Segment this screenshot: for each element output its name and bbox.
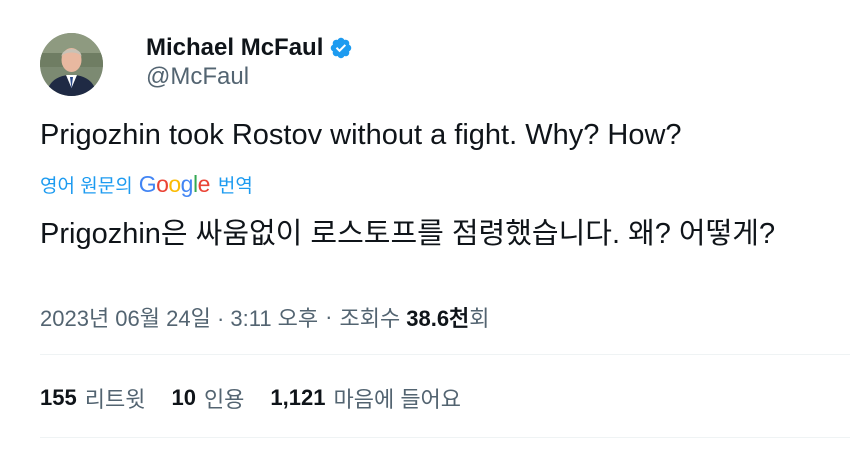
likes-count: 1,121 (270, 385, 326, 410)
verified-badge-icon (329, 36, 353, 60)
tweet-text: Prigozhin took Rostov without a fight. W… (40, 119, 682, 151)
translated-text: Prigozhin은 싸움없이 로스토프를 점령했습니다. 왜? 어떻게? (40, 218, 776, 250)
user-handle[interactable]: @McFaul (146, 63, 249, 91)
translate-prefix: 영어 원문의 (40, 175, 133, 197)
divider (40, 437, 850, 438)
likes-label: 마음에 들어요 (333, 387, 462, 412)
avatar[interactable] (40, 33, 103, 96)
divider (40, 354, 850, 355)
quotes-stat[interactable]: 10 인용 (171, 382, 244, 414)
retweets-stat[interactable]: 155 리트윗 (40, 382, 145, 414)
translate-suffix: 번역 (217, 175, 253, 197)
views-count: 38.6천 (406, 306, 470, 331)
translate-link[interactable]: 영어 원문의 Google 번역 (40, 170, 253, 198)
display-name[interactable]: Michael McFaul (146, 34, 323, 62)
quotes-label: 인용 (203, 387, 245, 412)
quotes-count: 10 (171, 385, 196, 410)
google-logo: Google (138, 170, 211, 197)
tweet-meta: 2023년 06월 24일 · 3:11 오후 · 조회수 38.6천 회 (40, 301, 490, 333)
engagement-stats: 155 리트윗 10 인용 1,121 마음에 들어요 (40, 382, 487, 414)
meta-separator: · (325, 304, 333, 329)
views-suffix: 회 (469, 306, 490, 331)
retweets-count: 155 (40, 385, 77, 410)
profile-photo-icon (40, 33, 103, 96)
likes-stat[interactable]: 1,121 마음에 들어요 (270, 382, 461, 414)
timestamp[interactable]: 2023년 06월 24일 · 3:11 오후 (40, 301, 318, 333)
retweets-label: 리트윗 (84, 387, 146, 412)
views-label: 조회수 (339, 306, 401, 331)
